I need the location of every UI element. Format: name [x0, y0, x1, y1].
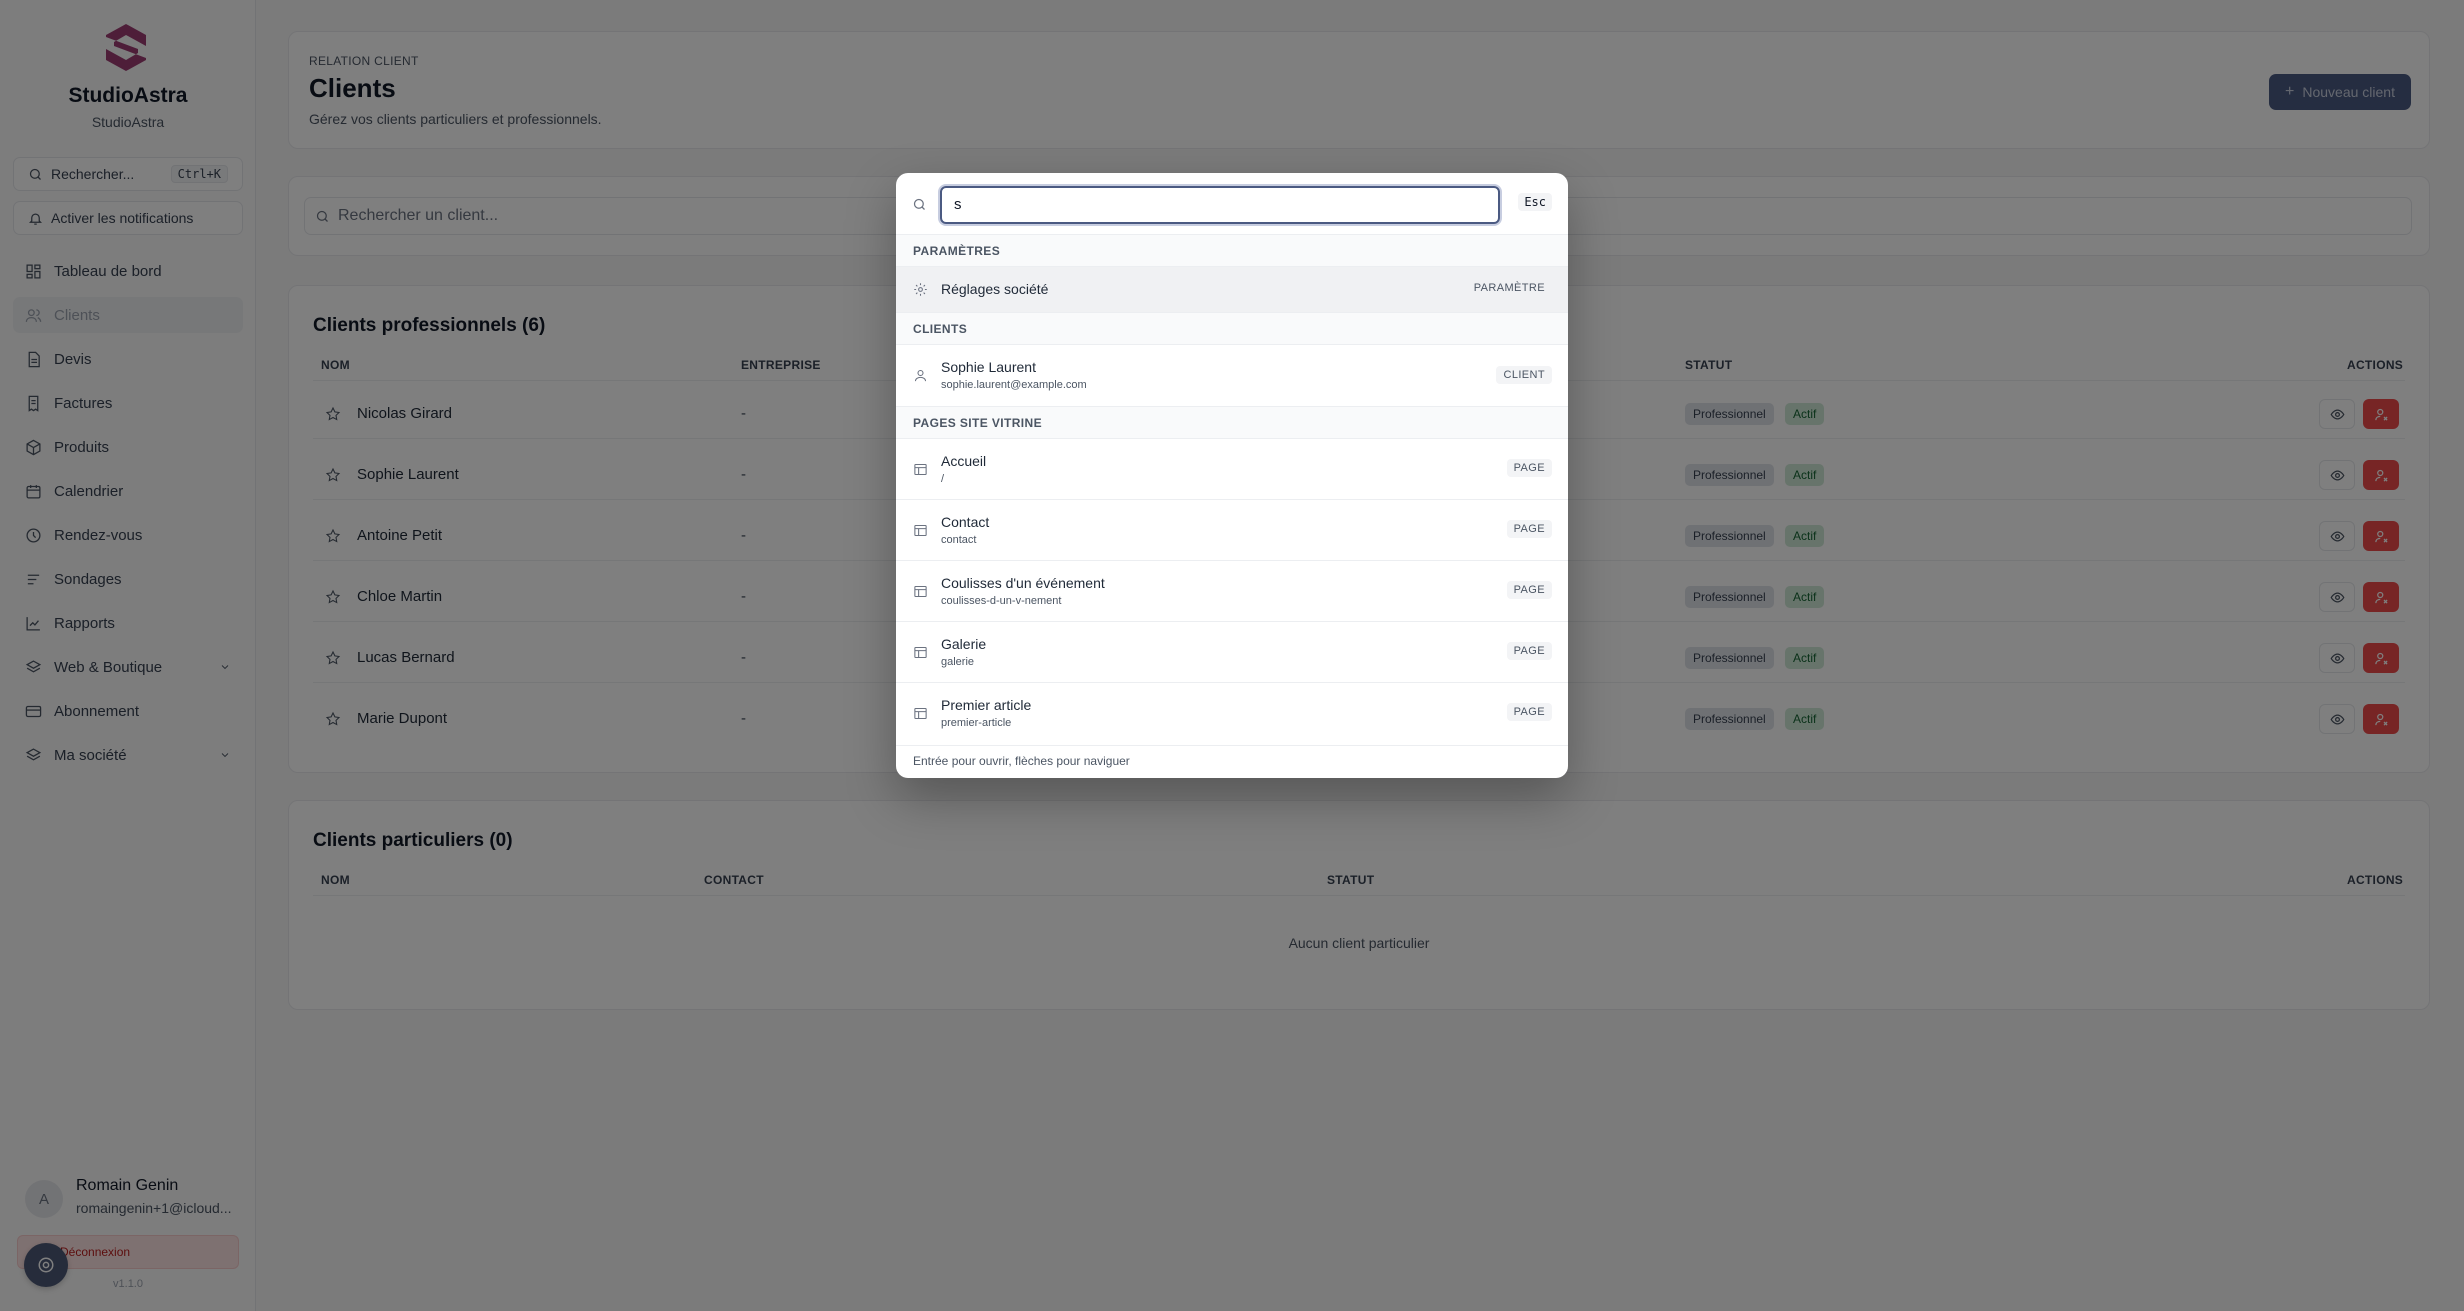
result-title: Coulisses d'un événement — [941, 575, 1105, 591]
palette-footer-hint: Entrée pour ouvrir, flèches pour navigue… — [896, 745, 1568, 778]
result-tag: PAGE — [1506, 642, 1552, 660]
group-pages-site-vitrine: PAGES SITE VITRINE — [896, 407, 1568, 439]
result-contact[interactable]: Contact contact PAGE — [896, 500, 1568, 561]
result-tag: PAGE — [1506, 703, 1552, 721]
result-tag: PAGE — [1506, 520, 1552, 538]
result-accueil[interactable]: Accueil / PAGE — [896, 439, 1568, 500]
group-parametres: PARAMÈTRES — [896, 235, 1568, 267]
result-reglages-societe[interactable]: Réglages société PARAMÈTRE — [896, 267, 1568, 313]
result-subtitle: contact — [941, 534, 977, 546]
result-title: Contact — [941, 514, 990, 530]
group-clients: CLIENTS — [896, 313, 1568, 345]
palette-search-input[interactable]: s — [940, 186, 1500, 224]
result-tag: PAGE — [1506, 581, 1552, 599]
user-icon — [914, 369, 927, 382]
result-title: Premier article — [941, 697, 1032, 713]
result-tag: PAGE — [1506, 459, 1552, 477]
result-coulisses[interactable]: Coulisses d'un événement coulisses-d-un-… — [896, 561, 1568, 622]
result-title: Sophie Laurent — [941, 359, 1036, 375]
result-sophie-laurent[interactable]: Sophie Laurent sophie.laurent@example.co… — [896, 345, 1568, 407]
result-title: Galerie — [941, 636, 987, 652]
result-galerie[interactable]: Galerie galerie PAGE — [896, 622, 1568, 683]
command-palette: s Esc PARAMÈTRES Réglages société PARAMÈ… — [896, 173, 1568, 778]
search-icon — [913, 198, 925, 210]
palette-search-bar: s Esc — [896, 173, 1568, 235]
gear-icon — [914, 283, 927, 296]
page-icon — [914, 585, 927, 598]
result-subtitle: premier-article — [941, 717, 1012, 729]
result-subtitle: / — [941, 473, 945, 485]
result-subtitle: sophie.laurent@example.com — [941, 379, 1087, 391]
result-title: Accueil — [941, 453, 987, 469]
result-tag: PARAMÈTRE — [1473, 282, 1545, 294]
page-icon — [914, 524, 927, 537]
result-subtitle: coulisses-d-un-v-nement — [941, 595, 1062, 607]
page-icon — [914, 646, 927, 659]
result-subtitle: galerie — [941, 656, 975, 668]
result-tag: CLIENT — [1496, 366, 1552, 384]
result-premier-article[interactable]: Premier article premier-article PAGE — [896, 683, 1568, 745]
result-title: Réglages société — [941, 281, 1049, 297]
esc-key[interactable]: Esc — [1518, 193, 1552, 211]
page-icon — [914, 463, 927, 476]
page-icon — [914, 707, 927, 720]
